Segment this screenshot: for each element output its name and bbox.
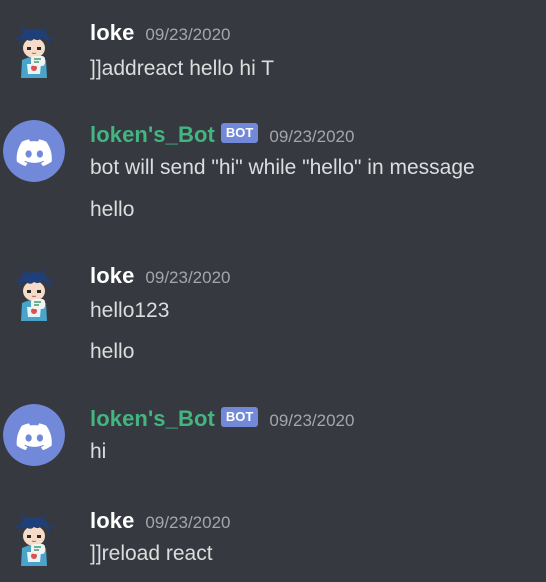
message-group: loke 09/23/2020 ]]reload react: [0, 506, 546, 576]
bot-avatar[interactable]: [3, 120, 65, 182]
message-text: hi: [90, 440, 107, 463]
user-avatar[interactable]: [3, 508, 65, 570]
timestamp[interactable]: 09/23/2020: [145, 513, 230, 533]
username[interactable]: loken's_Bot: [90, 122, 215, 148]
discord-logo-avatar-icon: [3, 404, 65, 466]
message-text: ]]addreact hello hi T: [90, 57, 275, 80]
message-header: loke 09/23/2020: [90, 18, 231, 48]
message-group: loken's_Bot BOT 09/23/2020 bot will send…: [0, 120, 546, 230]
message-text: hello: [90, 198, 135, 221]
discord-logo-avatar-icon: [3, 120, 65, 182]
message-text: ]]reload react: [90, 542, 213, 565]
message-header: loke 09/23/2020: [90, 261, 231, 291]
username[interactable]: loke: [90, 263, 134, 289]
user-avatar[interactable]: [3, 263, 65, 325]
message-text: hello: [90, 340, 135, 363]
anime-user-avatar-icon: [3, 263, 65, 325]
anime-user-avatar-icon: [3, 508, 65, 570]
message-group: loke 09/23/2020 ]]addreact hello hi T: [0, 18, 546, 88]
message-header: loke 09/23/2020: [90, 506, 231, 536]
message-group: loke 09/23/2020 hello123 hello: [0, 261, 546, 371]
message-text: bot will send "hi" while "hello" in mess…: [90, 156, 475, 179]
chat-messages: loke 09/23/2020 ]]addreact hello hi T lo…: [0, 0, 546, 582]
username[interactable]: loke: [90, 20, 134, 46]
timestamp[interactable]: 09/23/2020: [269, 411, 354, 431]
username[interactable]: loken's_Bot: [90, 406, 215, 432]
timestamp[interactable]: 09/23/2020: [145, 25, 230, 45]
message-group: loken's_Bot BOT 09/23/2020 hi: [0, 404, 546, 474]
user-avatar[interactable]: [3, 20, 65, 82]
message-text: hello123: [90, 299, 170, 322]
timestamp[interactable]: 09/23/2020: [269, 127, 354, 147]
username[interactable]: loke: [90, 508, 134, 534]
bot-tag: BOT: [220, 123, 259, 143]
bot-avatar[interactable]: [3, 404, 65, 466]
timestamp[interactable]: 09/23/2020: [145, 268, 230, 288]
bot-tag: BOT: [220, 407, 259, 427]
message-header: loken's_Bot BOT 09/23/2020: [90, 404, 354, 434]
message-header: loken's_Bot BOT 09/23/2020: [90, 120, 354, 150]
anime-user-avatar-icon: [3, 20, 65, 82]
